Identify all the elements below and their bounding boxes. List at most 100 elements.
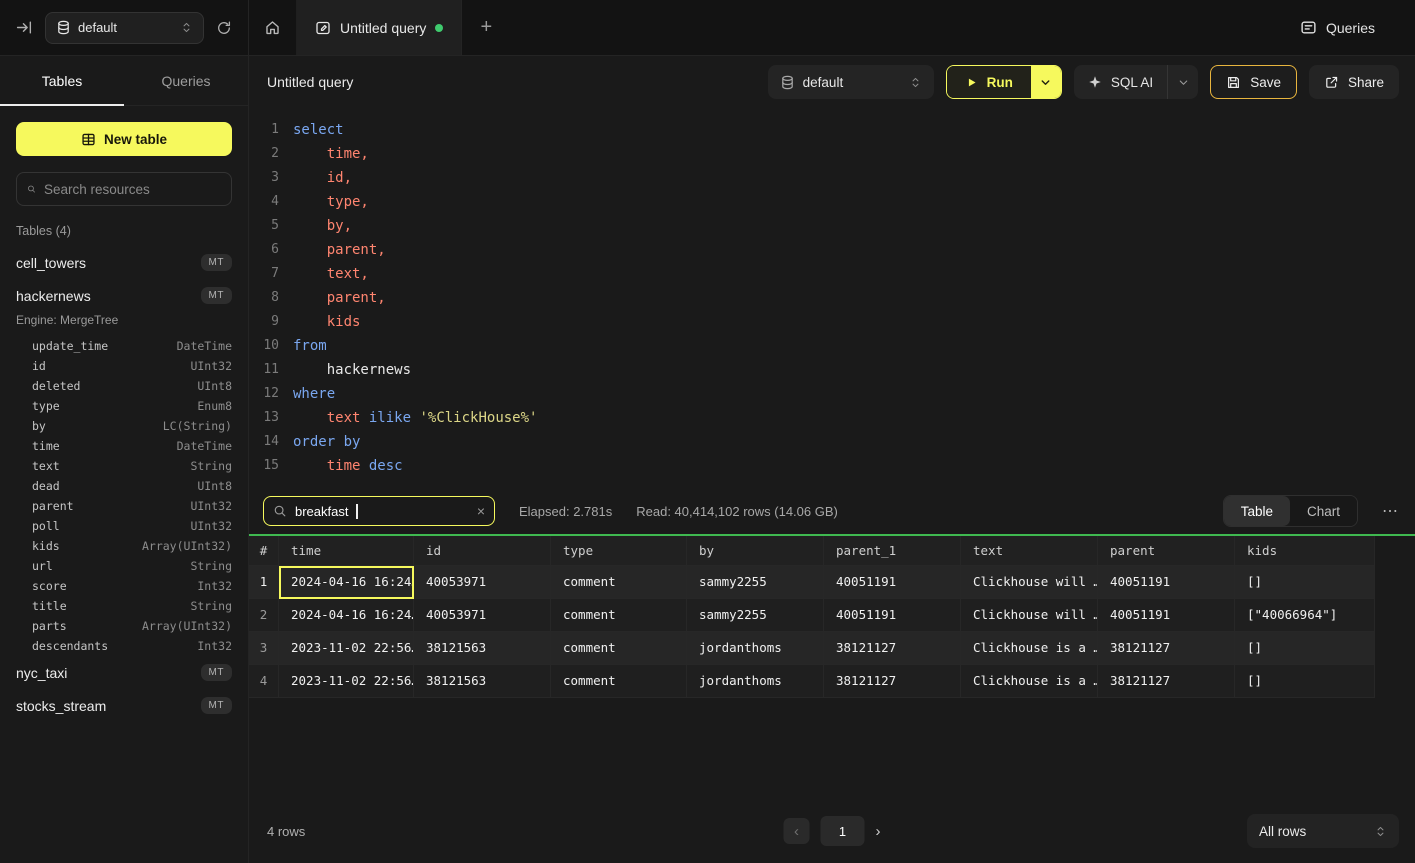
sidebar-table-nyc_taxi[interactable]: nyc_taxiMT bbox=[0, 656, 248, 689]
sql-ai-label: SQL AI bbox=[1111, 75, 1153, 90]
table-cell[interactable]: 40051191 bbox=[824, 599, 961, 632]
run-options-button[interactable] bbox=[1031, 66, 1061, 98]
table-cell[interactable]: 40051191 bbox=[824, 566, 961, 599]
table-cell[interactable]: Clickhouse will … bbox=[961, 566, 1098, 599]
table-cell[interactable]: comment bbox=[551, 665, 687, 698]
results-search-input[interactable]: breakfast × bbox=[263, 496, 495, 526]
column-header-type[interactable]: type bbox=[551, 536, 687, 566]
column-row: timeDateTime bbox=[0, 436, 248, 456]
share-icon bbox=[1324, 75, 1339, 90]
resource-search[interactable] bbox=[16, 172, 232, 206]
table-cell[interactable]: 38121127 bbox=[1098, 665, 1235, 698]
table-cell[interactable]: 40051191 bbox=[1098, 566, 1235, 599]
line-number: 13 bbox=[257, 406, 279, 430]
table-name: cell_towers bbox=[16, 255, 86, 271]
sidebar-table-hackernews[interactable]: hackernewsMT bbox=[0, 279, 248, 312]
share-button[interactable]: Share bbox=[1309, 65, 1399, 99]
row-number[interactable]: 4 bbox=[249, 665, 279, 698]
home-icon bbox=[264, 19, 281, 36]
row-number[interactable]: 3 bbox=[249, 632, 279, 665]
table-cell[interactable]: comment bbox=[551, 632, 687, 665]
table-cell[interactable]: [] bbox=[1235, 632, 1375, 665]
rows-per-page-select[interactable]: All rows bbox=[1247, 814, 1399, 848]
next-page-button[interactable]: › bbox=[876, 823, 881, 840]
table-cell[interactable]: comment bbox=[551, 566, 687, 599]
topbar-database-selector[interactable]: default bbox=[45, 12, 204, 44]
code-line: 9 kids bbox=[257, 310, 1415, 334]
column-header-id[interactable]: id bbox=[414, 536, 551, 566]
table-cell[interactable]: 38121563 bbox=[414, 665, 551, 698]
home-tab[interactable] bbox=[249, 0, 297, 55]
column-name: deleted bbox=[32, 379, 80, 393]
resource-search-input[interactable] bbox=[44, 182, 221, 197]
column-row: parentUInt32 bbox=[0, 496, 248, 516]
table-cell[interactable]: ["40066964"] bbox=[1235, 599, 1375, 632]
column-name: url bbox=[32, 559, 53, 573]
table-cell[interactable]: 2024-04-16 16:24… bbox=[279, 566, 414, 599]
sql-ai-options-button[interactable] bbox=[1168, 65, 1198, 99]
table-cell[interactable]: Clickhouse is a … bbox=[961, 665, 1098, 698]
table-cell[interactable]: 38121563 bbox=[414, 632, 551, 665]
table-cell[interactable]: Clickhouse is a … bbox=[961, 632, 1098, 665]
editor-database-value: default bbox=[803, 75, 901, 90]
sidebar-table-cell_towers[interactable]: cell_towersMT bbox=[0, 246, 248, 279]
table-cell[interactable]: 2023-11-02 22:56… bbox=[279, 632, 414, 665]
queries-button[interactable]: Queries bbox=[1300, 0, 1415, 55]
line-number: 8 bbox=[257, 286, 279, 310]
sidebar-tab-tables[interactable]: Tables bbox=[0, 56, 124, 105]
line-number: 7 bbox=[257, 262, 279, 286]
table-cell[interactable]: jordanthoms bbox=[687, 665, 824, 698]
previous-page-button[interactable]: ‹ bbox=[784, 818, 810, 844]
column-header-parent_1[interactable]: parent_1 bbox=[824, 536, 961, 566]
row-number[interactable]: 2 bbox=[249, 599, 279, 632]
new-table-button[interactable]: New table bbox=[16, 122, 232, 156]
table-cell[interactable]: 40051191 bbox=[1098, 599, 1235, 632]
table-cell[interactable]: 40053971 bbox=[414, 566, 551, 599]
queries-icon bbox=[1300, 19, 1317, 36]
table-cell[interactable]: jordanthoms bbox=[687, 632, 824, 665]
save-button[interactable]: Save bbox=[1210, 65, 1297, 99]
table-cell[interactable]: sammy2255 bbox=[687, 566, 824, 599]
sidebar: Tables Queries New table Tables (4) cell… bbox=[0, 56, 249, 863]
run-button[interactable]: Run bbox=[947, 66, 1031, 98]
chevrons-updown-icon bbox=[180, 21, 193, 34]
code-line: 10from bbox=[257, 334, 1415, 358]
row-number[interactable]: 1 bbox=[249, 566, 279, 599]
clear-search-button[interactable]: × bbox=[477, 503, 485, 519]
code-text: kids bbox=[293, 310, 360, 334]
table-cell[interactable]: [] bbox=[1235, 566, 1375, 599]
chart-view-button[interactable]: Chart bbox=[1290, 496, 1357, 526]
table-cell[interactable]: 40053971 bbox=[414, 599, 551, 632]
sql-editor[interactable]: 1select2 time,3 id,4 type,5 by,6 parent,… bbox=[249, 108, 1415, 488]
table-cell[interactable]: comment bbox=[551, 599, 687, 632]
column-header-kids[interactable]: kids bbox=[1235, 536, 1375, 566]
editor-database-selector[interactable]: default bbox=[768, 65, 934, 99]
tab-untitled-query[interactable]: Untitled query bbox=[297, 0, 462, 55]
column-header-parent[interactable]: parent bbox=[1098, 536, 1235, 566]
sql-token: parent, bbox=[327, 290, 386, 306]
sidebar-toggle-button[interactable] bbox=[16, 19, 33, 36]
column-header-by[interactable]: by bbox=[687, 536, 824, 566]
column-header-num[interactable]: # bbox=[249, 536, 279, 566]
table-cell[interactable]: 38121127 bbox=[824, 665, 961, 698]
table-cell[interactable]: [] bbox=[1235, 665, 1375, 698]
table-cell[interactable]: 2024-04-16 16:24… bbox=[279, 599, 414, 632]
sidebar-table-stocks_stream[interactable]: stocks_streamMT bbox=[0, 689, 248, 722]
more-options-button[interactable]: ⋯ bbox=[1382, 501, 1399, 521]
sql-ai-button[interactable]: SQL AI bbox=[1074, 65, 1167, 99]
line-number: 14 bbox=[257, 430, 279, 454]
column-header-time[interactable]: time bbox=[279, 536, 414, 566]
table-cell[interactable]: 2023-11-02 22:56… bbox=[279, 665, 414, 698]
refresh-button[interactable] bbox=[216, 20, 232, 36]
column-header-text[interactable]: text bbox=[961, 536, 1098, 566]
text-cursor bbox=[356, 504, 358, 519]
table-cell[interactable]: Clickhouse will … bbox=[961, 599, 1098, 632]
table-row: 32023-11-02 22:56…38121563commentjordant… bbox=[249, 632, 1375, 665]
table-cell[interactable]: 38121127 bbox=[1098, 632, 1235, 665]
table-cell[interactable]: 38121127 bbox=[824, 632, 961, 665]
table-cell[interactable]: sammy2255 bbox=[687, 599, 824, 632]
sidebar-tab-queries[interactable]: Queries bbox=[124, 56, 248, 105]
queries-button-label: Queries bbox=[1326, 20, 1375, 36]
table-view-button[interactable]: Table bbox=[1224, 496, 1290, 526]
new-tab-button[interactable]: + bbox=[462, 0, 510, 55]
